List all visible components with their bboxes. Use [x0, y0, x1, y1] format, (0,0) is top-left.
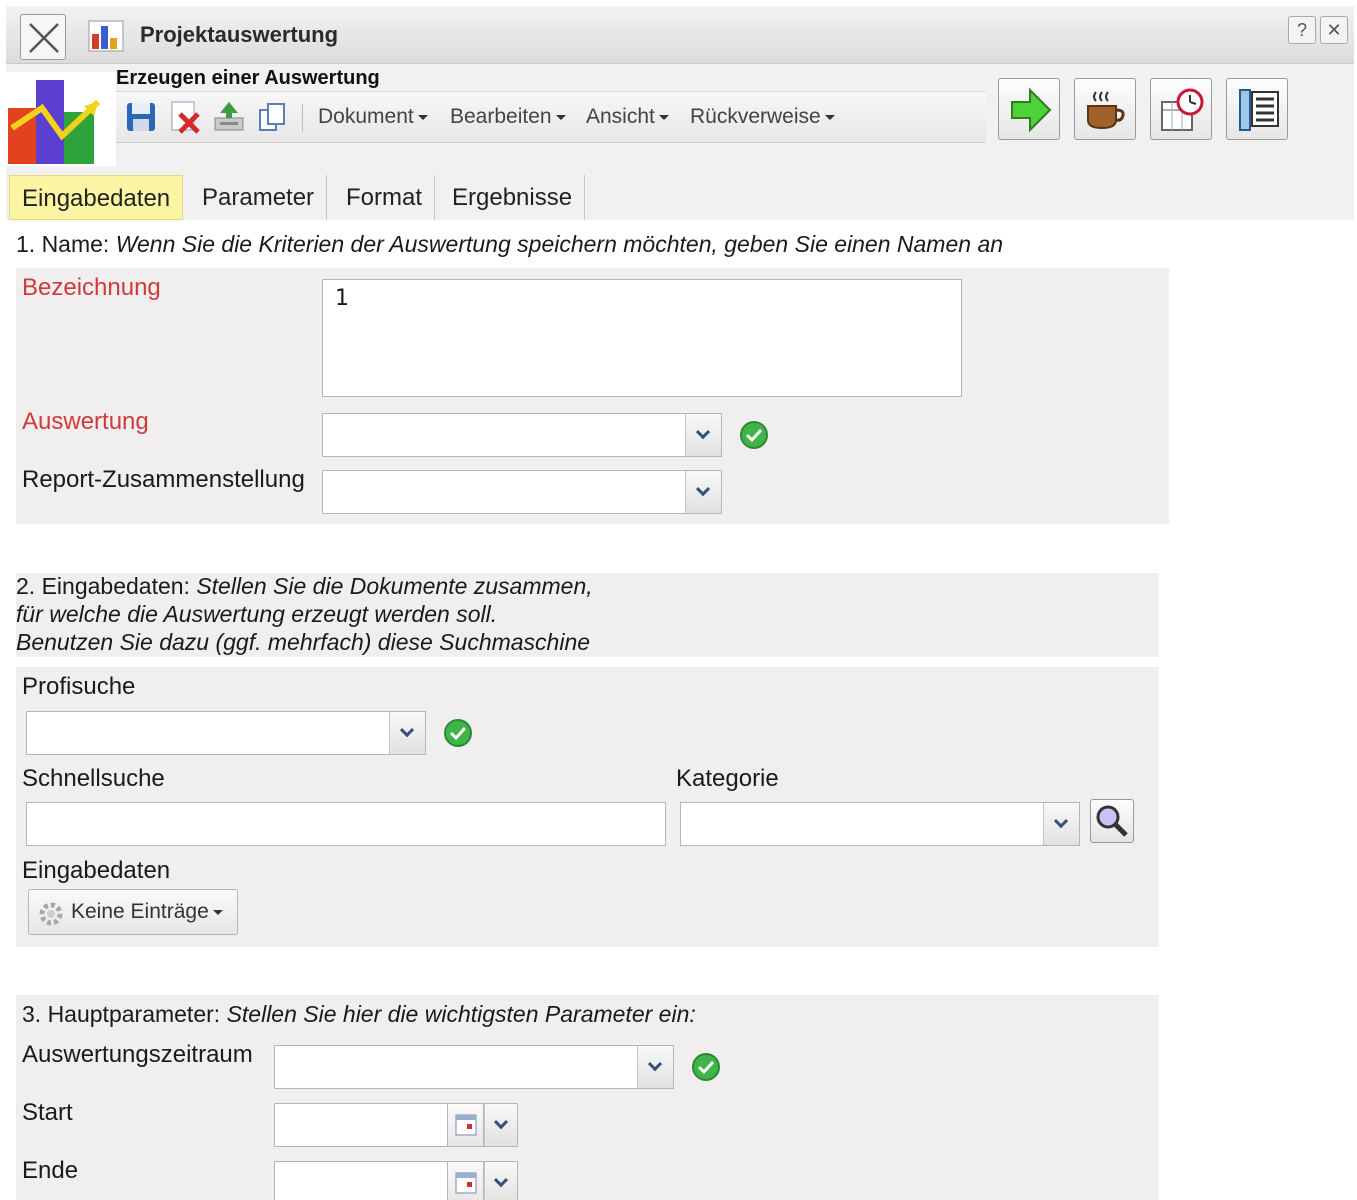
window-titlebar: Projektauswertung ? ✕ — [6, 6, 1354, 64]
search-button[interactable] — [1090, 799, 1134, 843]
menu-bearbeiten[interactable]: Bearbeiten — [450, 105, 566, 129]
export-icon[interactable] — [212, 100, 246, 134]
toolbar-separator — [302, 104, 303, 132]
header-subtitle: Erzeugen einer Auswertung — [116, 67, 380, 89]
run-button[interactable] — [998, 78, 1060, 140]
evaluation-logo-icon — [6, 72, 116, 166]
profisuche-label: Profisuche — [22, 673, 136, 700]
report-select[interactable] — [322, 470, 722, 514]
report-label: Report-Zusammenstellung — [22, 466, 305, 493]
toolbar: Dokument Bearbeiten Ansicht Rückverweise — [116, 91, 986, 143]
auswertung-select[interactable] — [322, 413, 722, 457]
calendar-icon[interactable] — [448, 1161, 484, 1200]
zeitraum-label: Auswertungszeitraum — [22, 1041, 253, 1068]
tab-eingabedaten[interactable]: Eingabedaten — [9, 175, 184, 220]
delete-icon[interactable] — [168, 100, 202, 134]
ok-check-icon — [444, 719, 472, 747]
pause-button[interactable] — [1074, 78, 1136, 140]
start-label: Start — [22, 1099, 73, 1126]
start-date-input[interactable] — [274, 1103, 448, 1147]
ok-check-icon — [692, 1053, 720, 1081]
layout-button[interactable] — [1226, 78, 1288, 140]
menu-rueckverweise[interactable]: Rückverweise — [690, 105, 835, 129]
chevron-down-icon[interactable] — [389, 712, 425, 754]
bezeichnung-label: Bezeichnung — [22, 274, 161, 301]
menu-ansicht[interactable]: Ansicht — [586, 105, 669, 129]
chevron-down-icon[interactable] — [1043, 803, 1079, 845]
save-icon[interactable] — [124, 100, 158, 134]
schnellsuche-label: Schnellsuche — [22, 765, 165, 792]
bar-chart-icon — [88, 20, 124, 52]
schnellsuche-input[interactable] — [26, 802, 666, 846]
calendar-clock-icon — [1161, 88, 1204, 131]
tab-format[interactable]: Format — [334, 175, 436, 220]
ruler-list-icon — [1239, 89, 1279, 131]
tab-parameter[interactable]: Parameter — [190, 175, 328, 220]
window-title: Projektauswertung — [140, 22, 339, 47]
tab-ergebnisse[interactable]: Ergebnisse — [440, 175, 586, 220]
eingabedaten-label: Eingabedaten — [22, 857, 171, 884]
section1-title: 1. Name: Wenn Sie die Kriterien der Ausw… — [16, 231, 1004, 257]
calendar-icon[interactable] — [448, 1103, 484, 1147]
section3-panel: 3. Hauptparameter: Stellen Sie hier die … — [16, 995, 1159, 1200]
section2-hint-line3: Benutzen Sie dazu (ggf. mehrfach) diese … — [16, 629, 591, 655]
chevron-down-icon[interactable] — [685, 471, 721, 513]
end-date-input[interactable] — [274, 1161, 448, 1200]
ende-label: Ende — [22, 1157, 79, 1184]
section1-panel: Bezeichnung 1 Auswertung Report-Zusammen… — [16, 268, 1169, 524]
menu-dokument[interactable]: Dokument — [318, 105, 428, 129]
section2-title: 2. Eingabedaten: Stellen Sie die Dokumen… — [16, 573, 593, 599]
section2-hint-line2: für welche die Auswertung erzeugt werden… — [16, 601, 498, 627]
schedule-button[interactable] — [1150, 78, 1212, 140]
chevron-down-icon[interactable] — [685, 414, 721, 456]
close-window-icon[interactable] — [20, 14, 66, 60]
copy-icon[interactable] — [256, 100, 290, 134]
kategorie-select[interactable] — [680, 802, 1080, 846]
gear-icon — [39, 902, 63, 926]
help-button[interactable]: ? — [1288, 16, 1316, 44]
section3-title: 3. Hauptparameter: Stellen Sie hier die … — [22, 1001, 696, 1027]
coffee-icon — [1087, 91, 1125, 130]
entries-dropdown-button[interactable]: Keine Einträge — [28, 889, 238, 935]
magnifier-icon — [1096, 805, 1128, 837]
document-header: Erzeugen einer Auswertung Dokument Bearb… — [6, 64, 1354, 220]
bezeichnung-textarea[interactable]: 1 — [322, 279, 962, 397]
section2-panel: Profisuche Schnellsuche Kategorie Eingab… — [16, 667, 1159, 947]
chevron-down-icon[interactable] — [484, 1103, 518, 1147]
chevron-down-icon[interactable] — [484, 1161, 518, 1200]
run-arrow-icon — [1011, 87, 1052, 133]
close-button[interactable]: ✕ — [1320, 16, 1348, 44]
zeitraum-select[interactable] — [274, 1045, 674, 1089]
ok-check-icon — [740, 421, 768, 449]
auswertung-label: Auswertung — [22, 408, 149, 435]
profisuche-select[interactable] — [26, 711, 426, 755]
chevron-down-icon[interactable] — [637, 1046, 673, 1088]
section2-title-panel: 2. Eingabedaten: Stellen Sie die Dokumen… — [16, 573, 1159, 657]
kategorie-label: Kategorie — [676, 765, 779, 792]
